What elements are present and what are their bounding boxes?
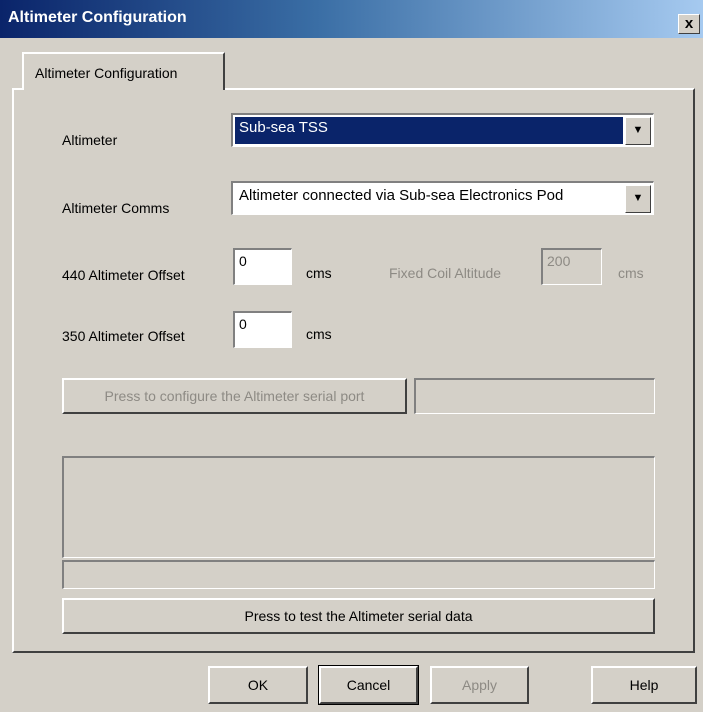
close-button[interactable]: x [678,14,700,34]
chevron-down-icon[interactable]: ▼ [625,185,651,213]
help-button[interactable]: Help [591,666,697,704]
altimeter-selected-value: Sub-sea TSS [235,117,623,144]
ok-button[interactable]: OK [208,666,308,704]
fixed-coil-altitude-unit: cms [618,265,644,281]
window-title: Altimeter Configuration [8,9,187,26]
serial-data-output [62,456,655,558]
offset-350-label: 350 Altimeter Offset [62,328,185,344]
offset-350-input[interactable]: 0 [233,311,292,348]
serial-status-bar [62,560,655,589]
offset-440-unit: cms [306,265,332,281]
fixed-coil-altitude-input[interactable]: 200 [541,248,602,285]
altimeter-comms-label: Altimeter Comms [62,200,170,216]
apply-button[interactable]: Apply [430,666,529,704]
altimeter-select[interactable]: Sub-sea TSS ▼ [231,113,654,147]
test-serial-data-button[interactable]: Press to test the Altimeter serial data [62,598,655,634]
close-icon: x [684,15,694,32]
offset-440-input[interactable]: 0 [233,248,292,285]
fixed-coil-altitude-label: Fixed Coil Altitude [389,265,502,281]
serial-port-display [414,378,655,414]
chevron-down-icon[interactable]: ▼ [625,117,651,145]
configure-serial-port-button[interactable]: Press to configure the Altimeter serial … [62,378,407,414]
altimeter-label: Altimeter [62,132,118,148]
cancel-button[interactable]: Cancel [318,665,419,705]
altimeter-comms-selected-value: Altimeter connected via Sub-sea Electron… [239,187,564,204]
offset-440-label: 440 Altimeter Offset [62,267,185,283]
altimeter-comms-select[interactable]: Altimeter connected via Sub-sea Electron… [231,181,654,215]
offset-350-unit: cms [306,326,332,342]
tab-altimeter-configuration[interactable]: Altimeter Configuration [22,52,225,90]
